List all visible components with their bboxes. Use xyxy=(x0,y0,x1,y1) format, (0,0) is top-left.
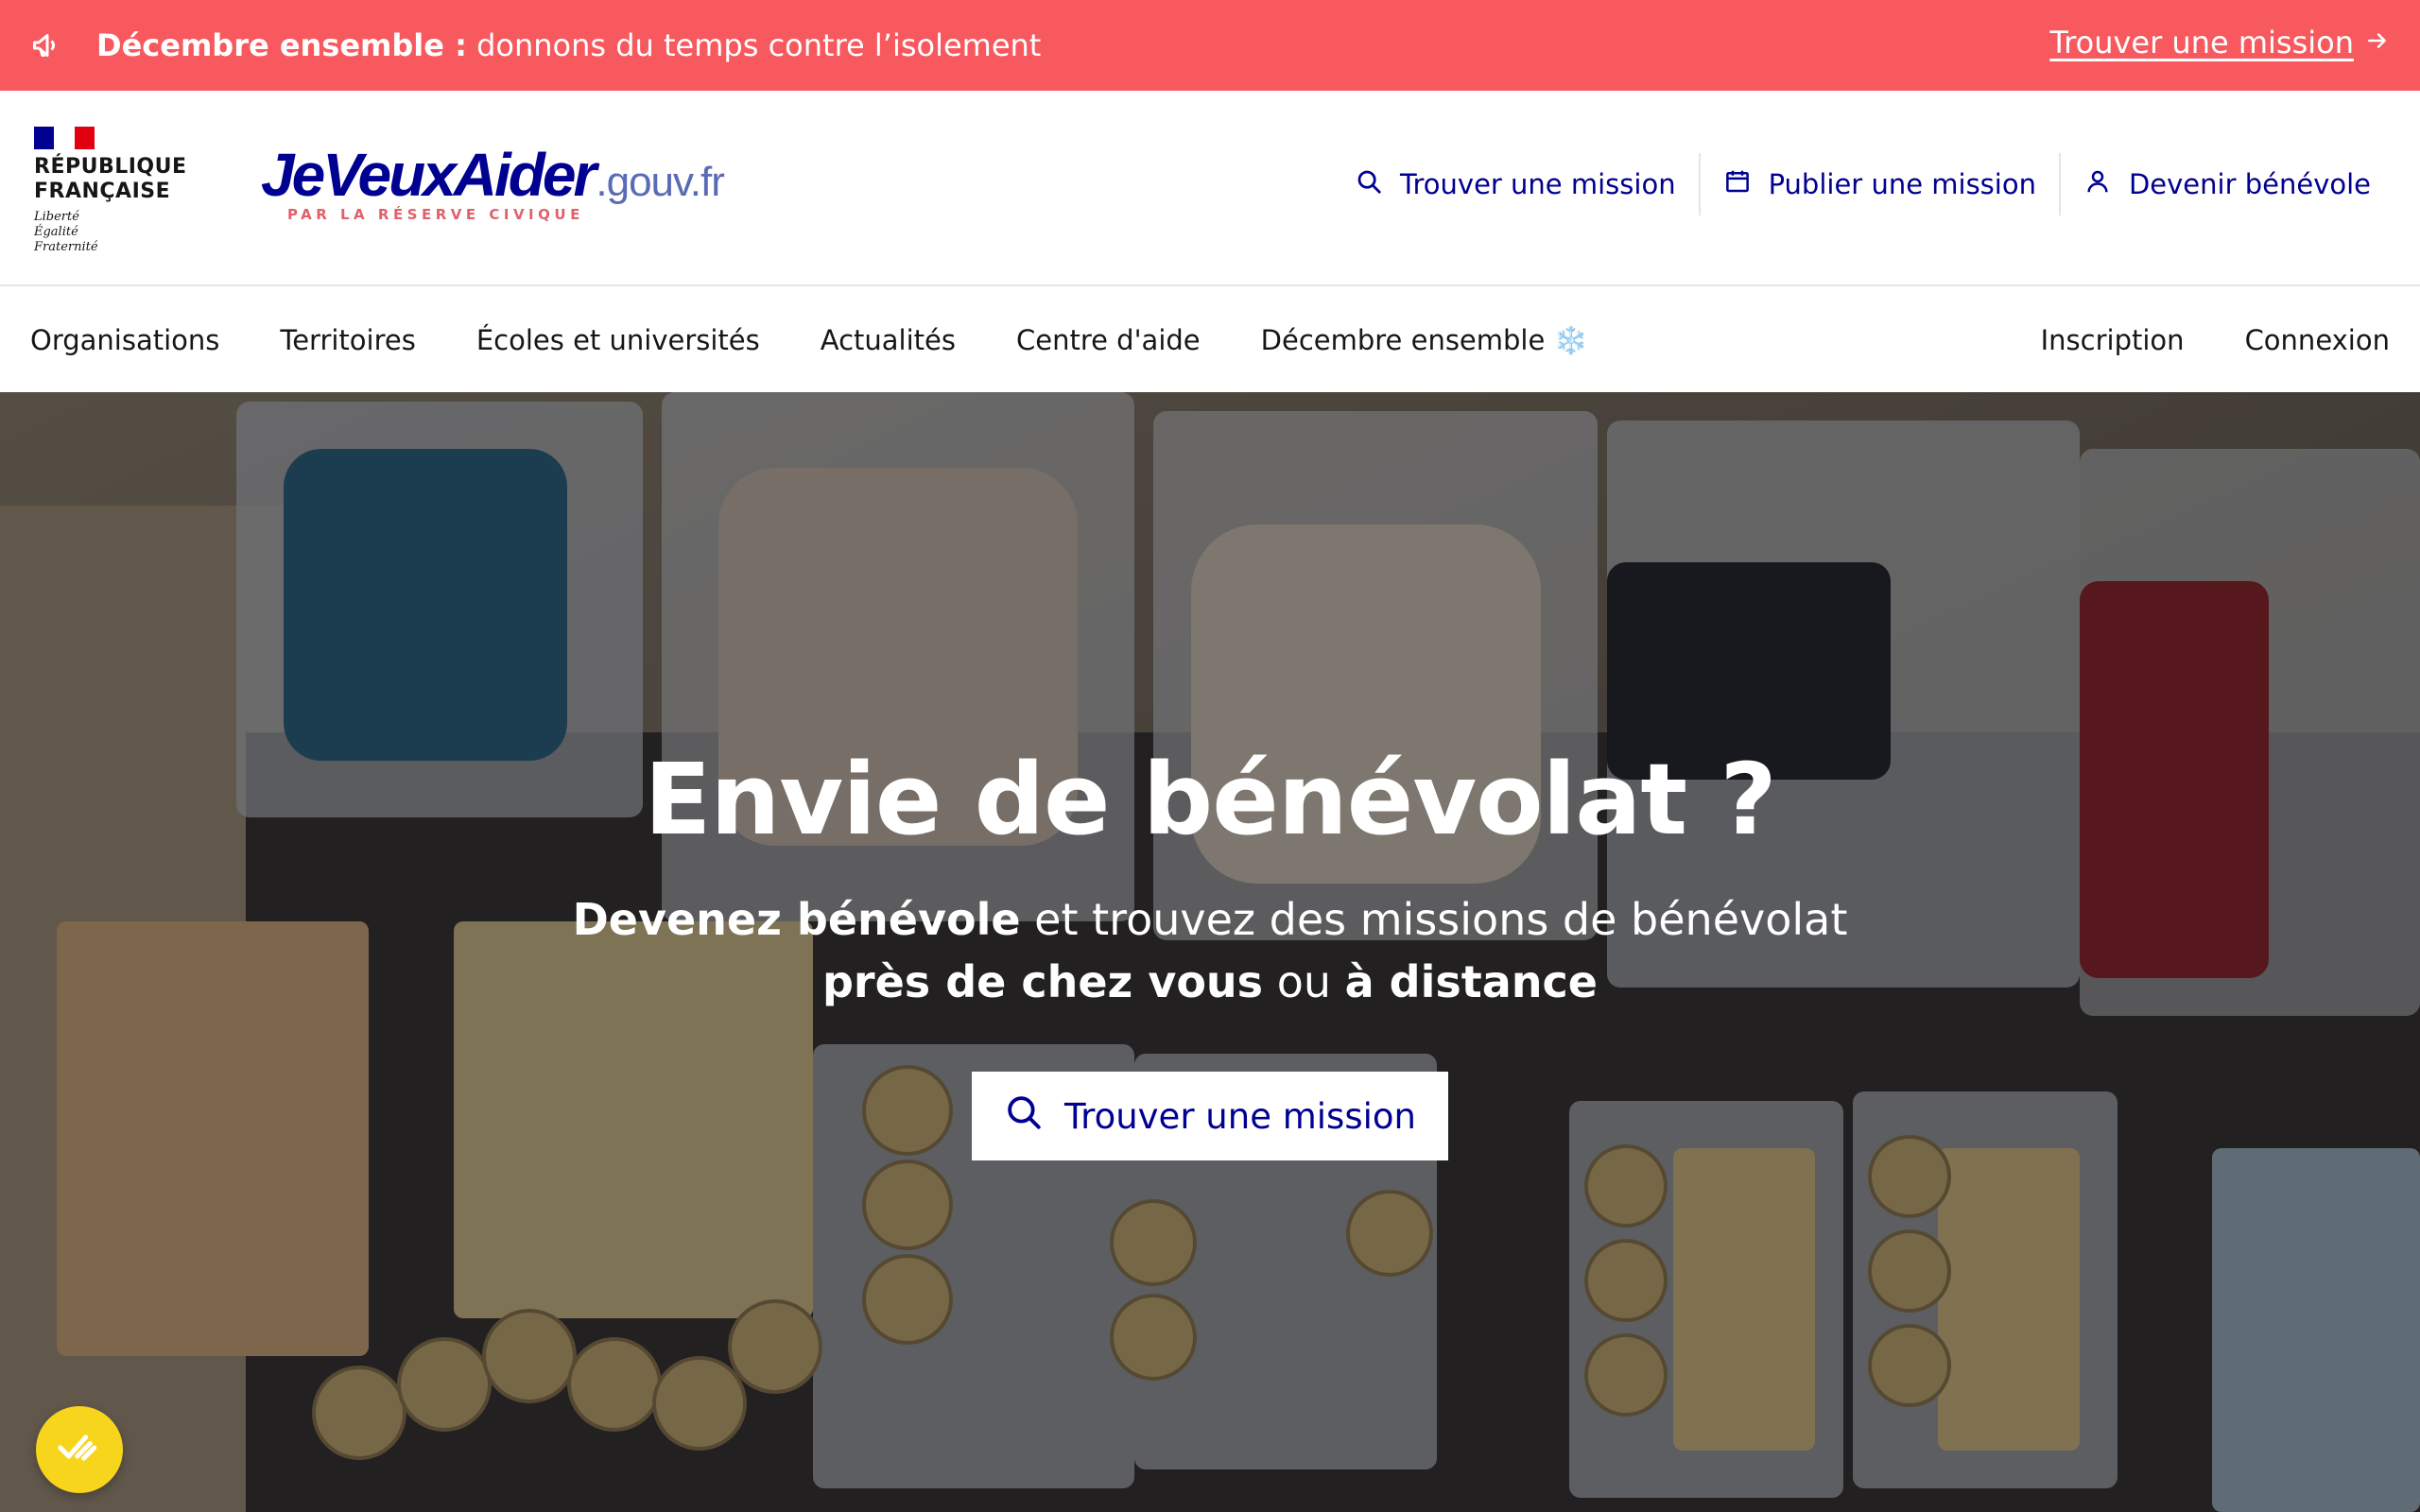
header-publish-mission-link[interactable]: Publier une mission xyxy=(1701,153,2059,215)
republique-francaise-logo[interactable]: RÉPUBLIQUE FRANÇAISE Liberté Égalité Fra… xyxy=(34,127,187,255)
republic-motto: Liberté Égalité Fraternité xyxy=(34,210,98,254)
brand-tagline: PAR LA RÉSERVE CIVIQUE xyxy=(287,206,584,223)
announcement-banner: Décembre ensemble : donnons du temps con… xyxy=(0,0,2420,91)
nav-inscription[interactable]: Inscription xyxy=(2041,324,2185,356)
quick-access: Trouver une mission Publier une mission … xyxy=(1332,153,2394,215)
nav-actualites[interactable]: Actualités xyxy=(821,324,956,357)
calendar-icon xyxy=(1723,167,1752,202)
hero-subtitle: Devenez bénévole et trouvez des missions… xyxy=(572,894,1848,1007)
user-icon xyxy=(2083,167,2112,202)
hero-title: Envie de bénévolat ? xyxy=(644,742,1776,857)
checkmark-icon xyxy=(54,1422,105,1477)
hero-find-mission-button[interactable]: Trouver une mission xyxy=(972,1072,1448,1160)
nav-organisations[interactable]: Organisations xyxy=(30,324,219,357)
banner-message: Décembre ensemble : donnons du temps con… xyxy=(96,27,1042,63)
hero-section: Envie de bénévolat ? Devenez bénévole et… xyxy=(0,392,2420,1512)
search-icon xyxy=(1355,167,1383,202)
search-icon xyxy=(1004,1092,1044,1141)
republic-name: RÉPUBLIQUE FRANÇAISE xyxy=(34,155,187,203)
accessibility-badge[interactable] xyxy=(36,1406,123,1493)
header-become-volunteer-link[interactable]: Devenir bénévole xyxy=(2061,153,2394,215)
nav-centre-aide[interactable]: Centre d'aide xyxy=(1016,324,1201,357)
nav-decembre-ensemble[interactable]: Décembre ensemble ❄️ xyxy=(1261,324,1588,357)
flag-icon xyxy=(34,127,95,149)
nav-connexion[interactable]: Connexion xyxy=(2245,324,2390,356)
jeveuxaider-logo[interactable]: JeVeuxAider .gouv.fr PAR LA RÉSERVE CIVIQ… xyxy=(261,140,725,223)
main-navigation: Organisations Territoires Écoles et univ… xyxy=(0,288,2420,392)
arrow-right-icon xyxy=(2365,25,2390,60)
nav-territoires[interactable]: Territoires xyxy=(280,324,415,357)
megaphone-icon xyxy=(30,26,68,64)
site-header: RÉPUBLIQUE FRANÇAISE Liberté Égalité Fra… xyxy=(0,91,2420,286)
snowflake-icon: ❄️ xyxy=(1553,323,1588,356)
nav-ecoles-universites[interactable]: Écoles et universités xyxy=(476,324,760,357)
header-find-mission-link[interactable]: Trouver une mission xyxy=(1332,153,1699,215)
banner-find-mission-link[interactable]: Trouver une mission xyxy=(2049,25,2390,60)
